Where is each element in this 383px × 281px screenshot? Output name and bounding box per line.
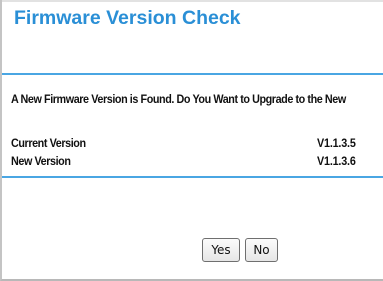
page-title: Firmware Version Check (14, 7, 241, 29)
panel-top-border (2, 0, 383, 2)
current-version-label: Current Version (11, 137, 86, 150)
current-version-value: V1.1.3.5 (317, 137, 356, 150)
new-version-label: New Version (11, 155, 71, 168)
firmware-check-panel: Firmware Version Check A New Firmware Ve… (0, 0, 383, 281)
button-divider (2, 176, 383, 178)
no-button[interactable]: No (245, 238, 278, 262)
upgrade-prompt-message: A New Firmware Version is Found. Do You … (11, 93, 346, 106)
title-divider (2, 73, 383, 75)
yes-button[interactable]: Yes (202, 238, 240, 262)
new-version-value: V1.1.3.6 (317, 155, 356, 168)
